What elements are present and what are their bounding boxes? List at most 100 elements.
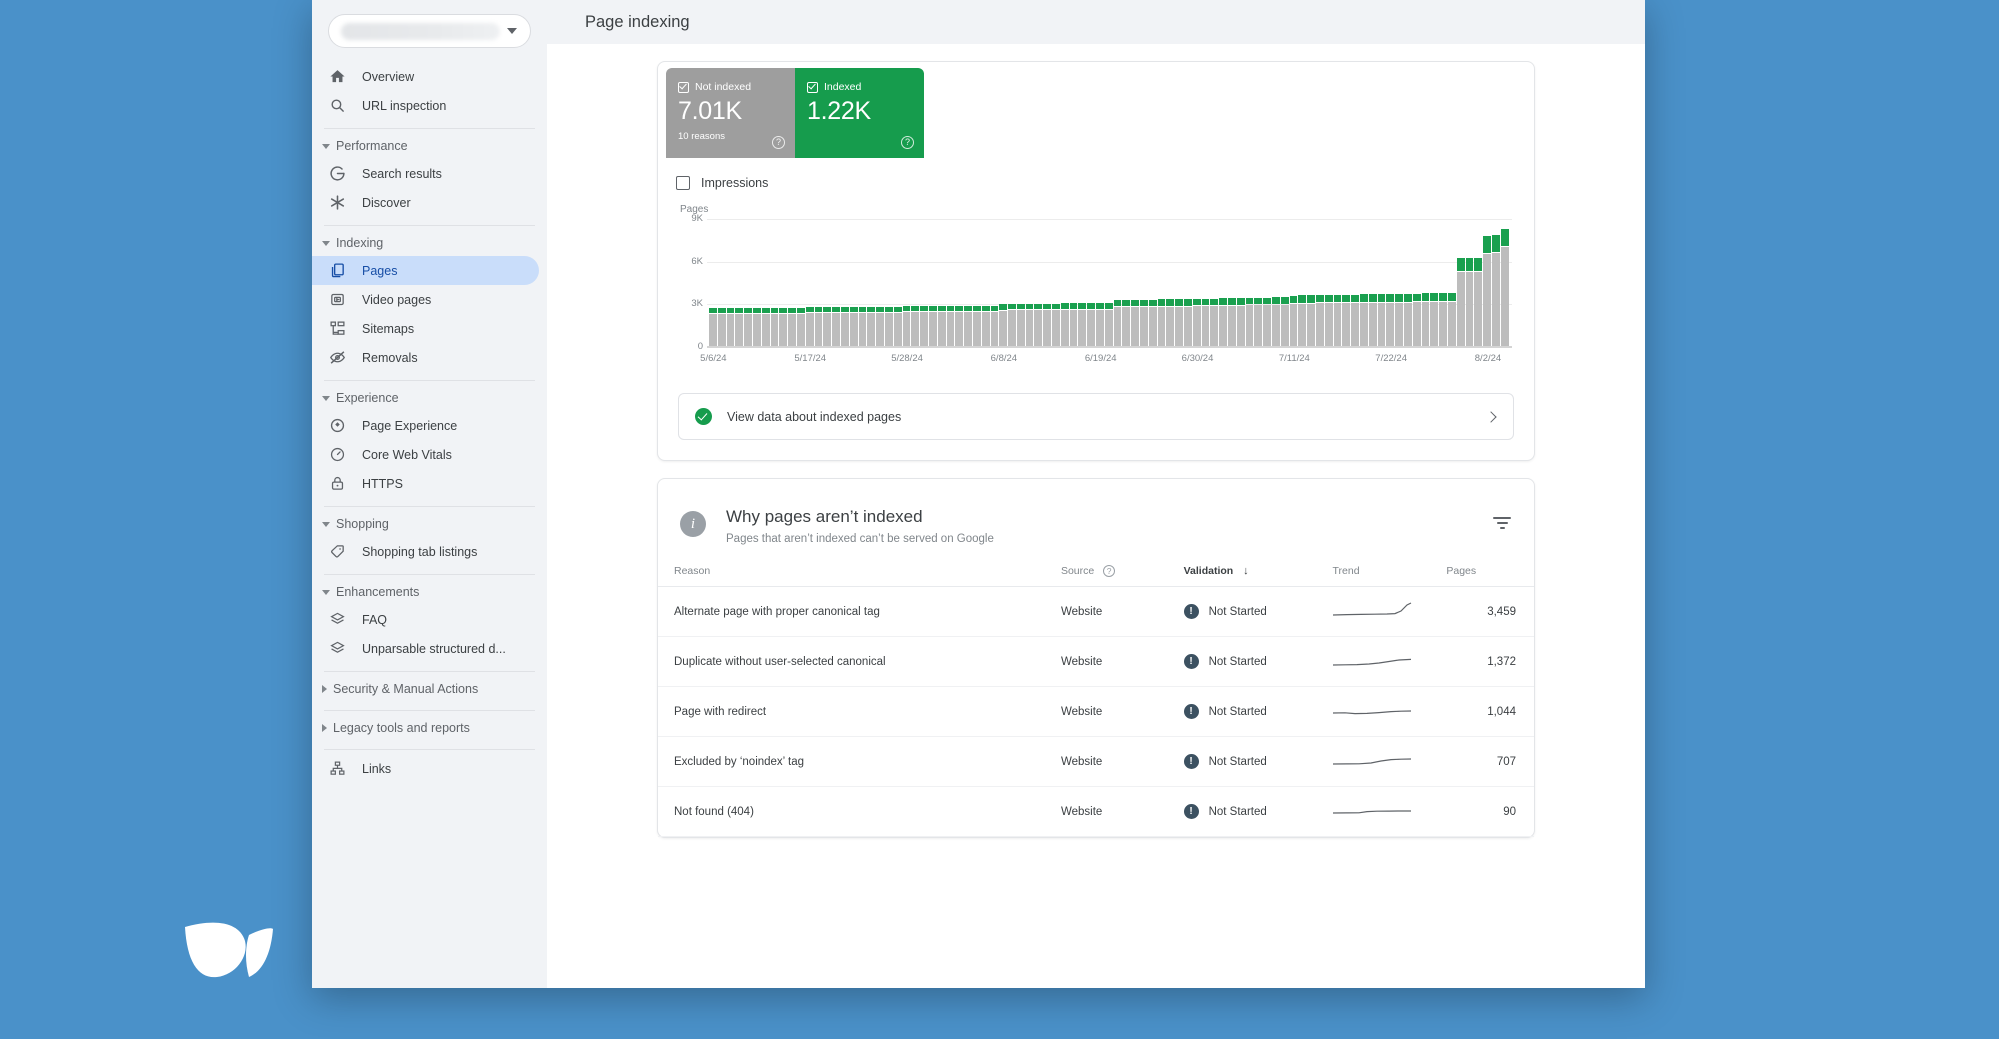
chart-bar[interactable] xyxy=(902,219,911,347)
chart-bar[interactable] xyxy=(1113,219,1122,347)
help-icon[interactable]: ? xyxy=(901,136,914,149)
chart-bar[interactable] xyxy=(1043,219,1052,347)
sidebar-item-core-web-vitals[interactable]: Core Web Vitals xyxy=(312,440,539,469)
chart-bar[interactable] xyxy=(858,219,867,347)
chart-bar[interactable] xyxy=(752,219,761,347)
chart-bar[interactable] xyxy=(1465,219,1474,347)
chart-bar[interactable] xyxy=(832,219,840,347)
chart-bar[interactable] xyxy=(1096,219,1104,347)
chart-bar[interactable] xyxy=(735,219,744,347)
chart-bar[interactable] xyxy=(709,219,717,347)
sidebar-item-pages[interactable]: Pages xyxy=(312,256,539,285)
chart-bar[interactable] xyxy=(911,219,920,347)
chart-bar[interactable] xyxy=(1131,219,1140,347)
chart-bar[interactable] xyxy=(1439,219,1447,347)
table-row[interactable]: Not found (404) Website! Not Started 90 xyxy=(658,786,1534,838)
chart-bar[interactable] xyxy=(1447,219,1456,347)
chart-bar[interactable] xyxy=(796,219,805,347)
chart-bar[interactable] xyxy=(805,219,814,347)
chart-bar[interactable] xyxy=(761,219,770,347)
chart-bar[interactable] xyxy=(1236,219,1245,347)
chart-bar[interactable] xyxy=(1500,219,1509,347)
chart-bar[interactable] xyxy=(779,219,788,347)
sidebar-group-experience[interactable]: Experience xyxy=(312,385,547,411)
chart-bar[interactable] xyxy=(1104,219,1113,347)
table-row[interactable]: Duplicate without user-selected canonica… xyxy=(658,636,1534,688)
chart-bar[interactable] xyxy=(1016,219,1025,347)
sidebar-item-unparsable-structured-data[interactable]: Unparsable structured d... xyxy=(312,634,539,663)
chart-bar[interactable] xyxy=(1483,219,1491,347)
chart-bar[interactable] xyxy=(1359,219,1368,347)
chart-bar[interactable] xyxy=(1157,219,1166,347)
chart-bar[interactable] xyxy=(1272,219,1280,347)
chart-bar[interactable] xyxy=(1052,219,1060,347)
help-icon[interactable]: ? xyxy=(1103,565,1116,578)
chart-bar[interactable] xyxy=(1166,219,1175,347)
sidebar-item-https[interactable]: HTTPS xyxy=(312,469,539,498)
chart-bar[interactable] xyxy=(744,219,752,347)
filter-icon[interactable] xyxy=(1492,517,1512,533)
chart-bar[interactable] xyxy=(1315,219,1324,347)
chart-bar[interactable] xyxy=(1025,219,1034,347)
chart-bar[interactable] xyxy=(1060,219,1069,347)
chart-bar[interactable] xyxy=(1377,219,1386,347)
sidebar-group-security-manual-actions[interactable]: Security & Manual Actions xyxy=(312,676,547,702)
column-header-trend[interactable]: Trend xyxy=(1332,565,1447,588)
chart-bar[interactable] xyxy=(814,219,823,347)
sidebar-group-enhancements[interactable]: Enhancements xyxy=(312,579,547,605)
sidebar-item-url-inspection[interactable]: URL inspection xyxy=(312,91,539,120)
chart-bar[interactable] xyxy=(1280,219,1289,347)
sidebar-item-shopping-tab-listings[interactable]: Shopping tab listings xyxy=(312,537,539,566)
help-icon[interactable]: ? xyxy=(772,136,785,149)
cell-reason[interactable]: Duplicate without user-selected canonica… xyxy=(658,636,1061,688)
chart-bar[interactable] xyxy=(1034,219,1043,347)
chart-bar[interactable] xyxy=(1219,219,1228,347)
chart-bar[interactable] xyxy=(955,219,964,347)
column-header-pages[interactable]: Pages xyxy=(1446,565,1534,588)
column-header-reason[interactable]: Reason xyxy=(658,565,1061,588)
sidebar-item-discover[interactable]: Discover xyxy=(312,188,539,217)
chart-bar[interactable] xyxy=(1228,219,1236,347)
property-selector[interactable] xyxy=(328,14,531,48)
chart-bar[interactable] xyxy=(1254,219,1263,347)
sidebar-item-search-results[interactable]: Search results xyxy=(312,159,539,188)
sidebar-group-shopping[interactable]: Shopping xyxy=(312,511,547,537)
checkbox-icon[interactable] xyxy=(807,81,818,93)
chart-bar[interactable] xyxy=(876,219,884,347)
chart-bar[interactable] xyxy=(893,219,902,347)
chart-bar[interactable] xyxy=(1456,219,1465,347)
column-header-validation[interactable]: Validation ↓ xyxy=(1183,565,1333,588)
chart-bar[interactable] xyxy=(946,219,955,347)
chart-bar[interactable] xyxy=(990,219,999,347)
chart-bar[interactable] xyxy=(1008,219,1016,347)
sidebar-group-legacy-tools[interactable]: Legacy tools and reports xyxy=(312,715,547,741)
tile-not-indexed[interactable]: Not indexed 7.01K 10 reasons ? xyxy=(666,68,795,158)
table-row[interactable]: Alternate page with proper canonical tag… xyxy=(658,586,1534,638)
chart-bar[interactable] xyxy=(717,219,726,347)
chart-bar[interactable] xyxy=(1263,219,1271,347)
chart-bar[interactable] xyxy=(840,219,849,347)
chart-bar[interactable] xyxy=(1122,219,1131,347)
chart-bar[interactable] xyxy=(1201,219,1210,347)
chart-bar[interactable] xyxy=(1245,219,1254,347)
sidebar-item-removals[interactable]: Removals xyxy=(312,343,539,372)
chart-bar[interactable] xyxy=(920,219,928,347)
chart-bar[interactable] xyxy=(1368,219,1377,347)
cell-reason[interactable]: Not found (404) xyxy=(658,786,1061,838)
sidebar-item-overview[interactable]: Overview xyxy=(312,62,539,91)
chart-bar[interactable] xyxy=(1333,219,1342,347)
chart-bar[interactable] xyxy=(928,219,937,347)
chart-bar[interactable] xyxy=(726,219,735,347)
checkbox-icon[interactable] xyxy=(678,81,689,93)
chart-bar[interactable] xyxy=(1351,219,1359,347)
chart-bar[interactable] xyxy=(1078,219,1087,347)
chart-bar[interactable] xyxy=(867,219,876,347)
table-row[interactable]: Excluded by ‘noindex’ tag Website! Not Sta… xyxy=(658,736,1534,788)
sidebar-item-sitemaps[interactable]: Sitemaps xyxy=(312,314,539,343)
checkbox-icon[interactable] xyxy=(676,176,690,190)
chart-bar[interactable] xyxy=(1421,219,1430,347)
table-row[interactable]: Page with redirect Website! Not Started 1,0… xyxy=(658,686,1534,738)
chart-bar[interactable] xyxy=(1395,219,1403,347)
chart-bar[interactable] xyxy=(964,219,972,347)
view-indexed-pages-callout[interactable]: View data about indexed pages xyxy=(678,393,1514,440)
